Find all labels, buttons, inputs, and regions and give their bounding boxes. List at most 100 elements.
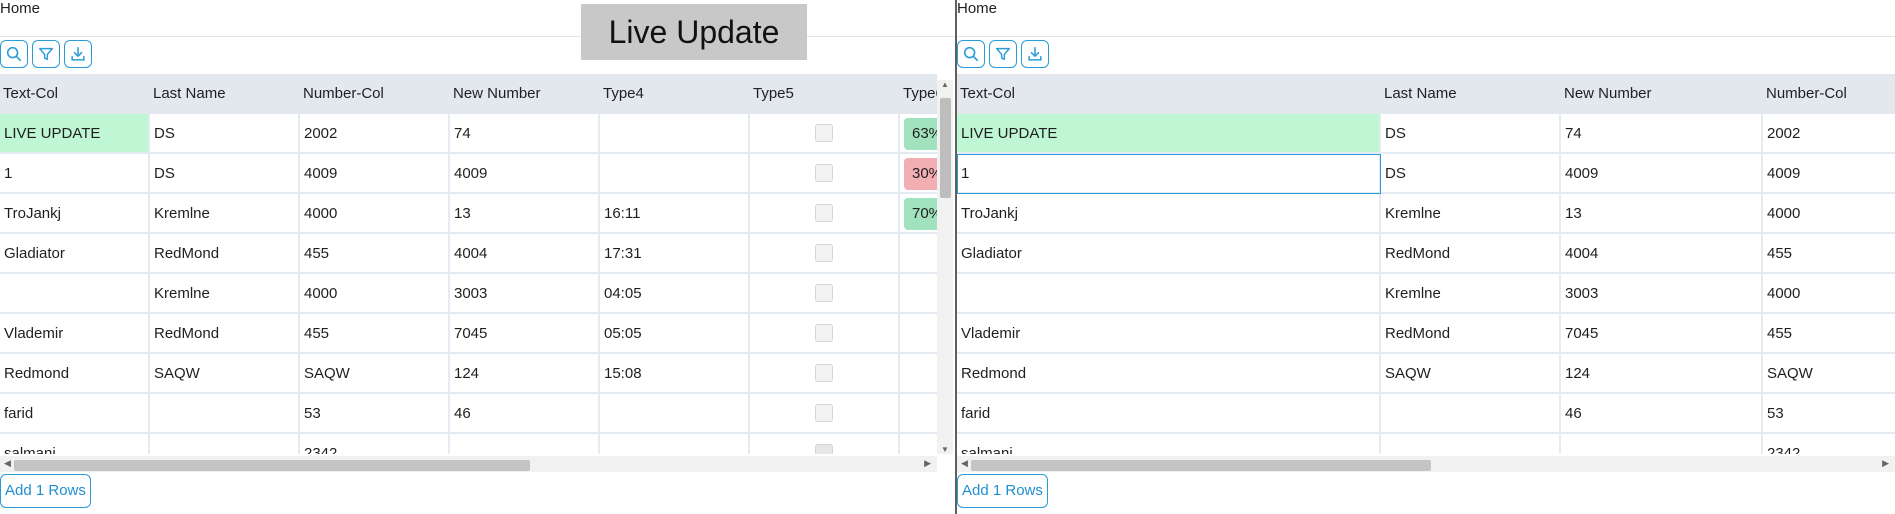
table-row[interactable]: farid 46 53 xyxy=(957,394,1895,434)
table-row[interactable]: Gladiator RedMond 4004 455 xyxy=(957,234,1895,274)
type5-checkbox[interactable] xyxy=(815,404,833,422)
cell-text-col[interactable]: TroJankj xyxy=(957,194,1381,234)
cell-type4[interactable]: 16:11 xyxy=(600,194,750,234)
cell-new-number[interactable]: 7045 xyxy=(1561,314,1763,354)
cell-type4[interactable] xyxy=(600,114,750,154)
cell-new-number[interactable]: 4009 xyxy=(1561,154,1763,194)
type5-checkbox[interactable] xyxy=(815,244,833,262)
table-row[interactable]: Vlademir RedMond 7045 455 xyxy=(957,314,1895,354)
cell-new-number[interactable]: 46 xyxy=(1561,394,1763,434)
right-horizontal-scrollbar[interactable]: ◀ ▶ xyxy=(957,456,1895,472)
column-header-number-col[interactable]: Number-Col xyxy=(1763,74,1895,114)
table-row[interactable]: 1 DS 4009 4009 30% xyxy=(0,154,937,194)
cell-type6[interactable] xyxy=(900,234,937,274)
cell-last-name[interactable]: Kremlne xyxy=(150,194,300,234)
cell-last-name[interactable]: DS xyxy=(150,154,300,194)
cell-text-col[interactable]: salmani xyxy=(957,434,1381,454)
cell-text-col[interactable]: Gladiator xyxy=(0,234,150,274)
breadcrumb-home[interactable]: Home xyxy=(0,0,40,18)
cell-type6[interactable]: 63% xyxy=(900,114,937,154)
cell-new-number[interactable]: 74 xyxy=(450,114,600,154)
cell-type4[interactable] xyxy=(600,394,750,434)
cell-text-col[interactable]: TroJankj xyxy=(0,194,150,234)
cell-text-col[interactable]: LIVE UPDATE xyxy=(0,114,150,154)
table-row[interactable]: LIVE UPDATE DS 74 2002 xyxy=(957,114,1895,154)
cell-type4[interactable] xyxy=(600,434,750,454)
cell-text-col[interactable]: LIVE UPDATE xyxy=(957,114,1381,154)
cell-text-col[interactable]: 1 xyxy=(957,154,1381,194)
cell-text-col[interactable]: 1 xyxy=(0,154,150,194)
add-rows-button[interactable]: Add 1 Rows xyxy=(0,474,91,508)
type5-checkbox[interactable] xyxy=(815,364,833,382)
download-button[interactable] xyxy=(1021,40,1049,68)
cell-new-number[interactable]: 4004 xyxy=(450,234,600,274)
cell-new-number[interactable]: 13 xyxy=(450,194,600,234)
cell-last-name[interactable] xyxy=(150,394,300,434)
cell-last-name[interactable] xyxy=(1381,394,1561,434)
left-vertical-scrollbar[interactable]: ▲ ▼ xyxy=(937,80,953,454)
cell-new-number[interactable]: 4009 xyxy=(450,154,600,194)
type5-checkbox[interactable] xyxy=(815,124,833,142)
left-horizontal-scrollbar[interactable]: ◀ ▶ xyxy=(0,456,937,472)
cell-last-name[interactable]: DS xyxy=(1381,154,1561,194)
table-row[interactable]: TroJankj Kremlne 13 4000 xyxy=(957,194,1895,234)
cell-last-name[interactable]: SAQW xyxy=(150,354,300,394)
cell-type6[interactable] xyxy=(900,434,937,454)
cell-new-number[interactable] xyxy=(1561,434,1763,454)
cell-new-number[interactable]: 124 xyxy=(1561,354,1763,394)
cell-type5[interactable] xyxy=(750,154,900,194)
scroll-up-arrow-icon[interactable]: ▲ xyxy=(941,80,949,89)
cell-last-name[interactable]: Kremlne xyxy=(1381,194,1561,234)
cell-type4[interactable]: 05:05 xyxy=(600,314,750,354)
table-row[interactable]: TroJankj Kremlne 4000 13 16:11 70% xyxy=(0,194,937,234)
cell-type5[interactable] xyxy=(750,194,900,234)
cell-type4[interactable]: 04:05 xyxy=(600,274,750,314)
cell-new-number[interactable]: 3003 xyxy=(1561,274,1763,314)
column-header-last-name[interactable]: Last Name xyxy=(150,74,300,114)
cell-last-name[interactable]: RedMond xyxy=(150,314,300,354)
scroll-left-arrow-icon[interactable]: ◀ xyxy=(4,458,11,469)
cell-type5[interactable] xyxy=(750,354,900,394)
column-header-type4[interactable]: Type4 xyxy=(600,74,750,114)
cell-number-col[interactable]: 4000 xyxy=(1763,274,1895,314)
left-vertical-scroll-thumb[interactable] xyxy=(940,98,951,198)
table-row[interactable]: LIVE UPDATE DS 2002 74 63% xyxy=(0,114,937,154)
cell-number-col[interactable]: 455 xyxy=(300,314,450,354)
table-row[interactable]: salmani 2342 xyxy=(0,434,937,454)
cell-type6[interactable] xyxy=(900,394,937,434)
column-header-new-number[interactable]: New Number xyxy=(1561,74,1763,114)
cell-number-col[interactable]: 4000 xyxy=(300,274,450,314)
cell-type5[interactable] xyxy=(750,234,900,274)
cell-new-number[interactable] xyxy=(450,434,600,454)
cell-number-col[interactable]: SAQW xyxy=(1763,354,1895,394)
cell-new-number[interactable]: 7045 xyxy=(450,314,600,354)
cell-type4[interactable]: 17:31 xyxy=(600,234,750,274)
table-row[interactable]: Gladiator RedMond 455 4004 17:31 xyxy=(0,234,937,274)
type5-checkbox[interactable] xyxy=(815,444,833,454)
scroll-down-arrow-icon[interactable]: ▼ xyxy=(941,445,949,454)
column-header-text-col[interactable]: Text-Col xyxy=(957,74,1381,114)
table-row[interactable]: 1 DS 4009 4009 xyxy=(957,154,1895,194)
cell-last-name[interactable] xyxy=(150,434,300,454)
cell-type6[interactable] xyxy=(900,274,937,314)
column-header-type6[interactable]: Type6 xyxy=(900,74,937,114)
cell-type6[interactable]: 30% xyxy=(900,154,937,194)
cell-number-col[interactable]: 4000 xyxy=(300,194,450,234)
breadcrumb-home[interactable]: Home xyxy=(957,0,997,18)
table-row[interactable]: Redmond SAQW 124 SAQW xyxy=(957,354,1895,394)
cell-text-col[interactable]: Redmond xyxy=(957,354,1381,394)
cell-new-number[interactable]: 3003 xyxy=(450,274,600,314)
table-row[interactable]: farid 53 46 xyxy=(0,394,937,434)
cell-type5[interactable] xyxy=(750,114,900,154)
left-horizontal-scroll-thumb[interactable] xyxy=(14,460,530,471)
cell-last-name[interactable]: RedMond xyxy=(1381,314,1561,354)
cell-last-name[interactable]: RedMond xyxy=(150,234,300,274)
scroll-left-arrow-icon[interactable]: ◀ xyxy=(961,458,968,469)
add-rows-button[interactable]: Add 1 Rows xyxy=(957,474,1048,508)
cell-last-name[interactable] xyxy=(1381,434,1561,454)
right-horizontal-scroll-thumb[interactable] xyxy=(971,460,1431,471)
cell-number-col[interactable]: 2342 xyxy=(1763,434,1895,454)
cell-number-col[interactable]: 4000 xyxy=(1763,194,1895,234)
cell-text-col[interactable]: Vlademir xyxy=(0,314,150,354)
cell-type6[interactable]: 70% xyxy=(900,194,937,234)
